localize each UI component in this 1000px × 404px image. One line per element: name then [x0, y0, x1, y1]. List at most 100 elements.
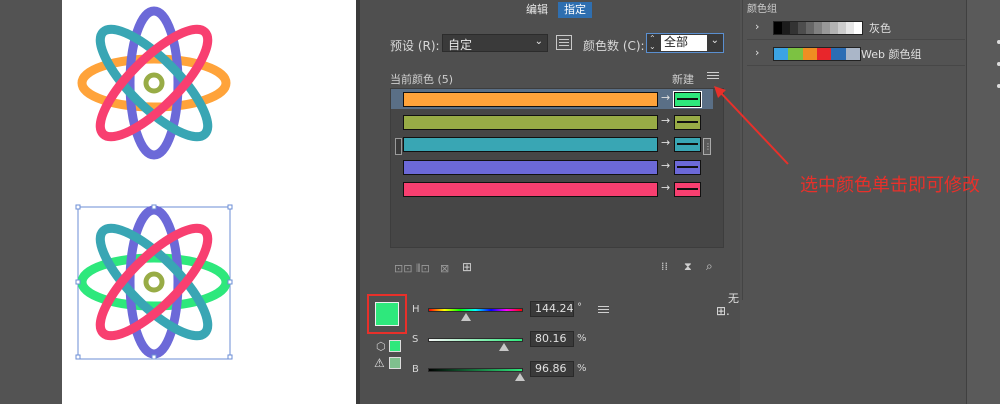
annotation-arrow [714, 86, 789, 165]
current-color-bar[interactable] [403, 159, 658, 175]
stepper-icon[interactable]: ⌃ ⌄ [649, 35, 656, 51]
tab-assign[interactable]: 指定 [558, 2, 592, 18]
tab-edit[interactable]: 编辑 [520, 2, 554, 18]
selection-handle[interactable] [75, 204, 81, 210]
colors-count-value[interactable]: 全部 [661, 35, 707, 51]
randomly-change-order-icon[interactable]: ⁞⁞ [661, 260, 668, 273]
swatch[interactable] [831, 48, 846, 60]
swatch[interactable] [798, 22, 806, 34]
chevron-right-icon[interactable]: › [755, 20, 759, 33]
new-color-swatch[interactable] [674, 182, 701, 197]
current-color-bar[interactable] [403, 92, 658, 107]
arrow-right-icon[interactable]: → [661, 136, 670, 149]
brightness-slider[interactable] [428, 368, 523, 372]
colors-count-label: 颜色数 (C): [583, 39, 645, 53]
randomly-change-saturation-icon[interactable]: ⧗ [684, 260, 692, 274]
color-row[interactable]: → [391, 134, 713, 154]
selection-handle[interactable] [227, 279, 233, 285]
pink-orbit [95, 223, 213, 341]
new-row-icon[interactable]: ⊞ [462, 260, 472, 274]
selection-handle[interactable] [151, 354, 157, 360]
swatch[interactable] [846, 22, 854, 34]
color-group-name: Web 颜色组 [861, 48, 922, 61]
swatch[interactable] [816, 48, 832, 60]
selection-handle[interactable] [75, 354, 81, 360]
new-color-swatch[interactable] [674, 159, 701, 175]
swatch[interactable] [802, 48, 817, 60]
saturation-field[interactable]: 80.16 [530, 331, 574, 347]
swatch[interactable] [854, 22, 862, 34]
arrow-right-icon[interactable]: → [661, 114, 670, 127]
selection-handle[interactable] [75, 279, 81, 285]
panel-menu-icon[interactable] [707, 72, 719, 79]
hue-slider-thumb[interactable] [461, 313, 471, 321]
color-group-bracket-icon[interactable] [395, 138, 402, 155]
new-color-swatch[interactable] [673, 91, 702, 108]
separate-colors-icon[interactable]: ⫴⊡ [416, 262, 430, 276]
color-row[interactable]: → [391, 89, 713, 109]
color-group-web[interactable]: › Web 颜色组 [747, 42, 965, 66]
color-row[interactable]: → [391, 112, 713, 132]
hue-slider[interactable] [428, 308, 523, 312]
row-expand-handle[interactable]: ⋮ [703, 138, 712, 155]
selection-handle[interactable] [227, 354, 233, 360]
color-reduction-options-icon[interactable] [556, 35, 572, 50]
preset-label: 预设 (R): [390, 39, 440, 53]
color-mode-icon[interactable]: ⊞. [716, 304, 730, 318]
color-row[interactable]: → [391, 179, 713, 199]
saturation-slider-thumb[interactable] [499, 343, 509, 351]
brightness-field[interactable]: 96.86 [530, 361, 574, 377]
percent-unit: % [577, 363, 587, 374]
arrow-right-icon[interactable]: → [661, 91, 670, 104]
out-of-web-color-icon[interactable]: ⬡ [376, 340, 386, 353]
color-group-gray[interactable]: › 灰色 [747, 16, 965, 40]
degree-unit: ° [577, 302, 582, 313]
swatch[interactable] [774, 48, 789, 60]
swatch[interactable] [830, 22, 838, 34]
swatch[interactable] [822, 22, 830, 34]
atom-logo-recolored[interactable] [74, 204, 234, 360]
teal-orbit [95, 223, 213, 341]
arrow-right-icon[interactable]: → [661, 181, 670, 194]
purple-orbit [125, 205, 183, 359]
current-color-bar[interactable] [403, 114, 658, 130]
gray-swatch-strip [773, 21, 863, 35]
swatch[interactable] [814, 22, 822, 34]
canvas-pasteboard [0, 0, 62, 404]
new-colors-label: 新建 [672, 73, 694, 86]
swatch[interactable] [845, 48, 860, 60]
color-row[interactable]: → [391, 157, 713, 177]
merge-colors-icon[interactable]: ⊡⊡ [394, 262, 412, 275]
swatch[interactable] [790, 22, 798, 34]
purple-orbit [125, 6, 183, 160]
saturation-slider[interactable] [428, 338, 523, 342]
atom-logo-original[interactable] [76, 6, 232, 160]
current-color-bar[interactable] [403, 182, 658, 197]
swatch[interactable] [782, 22, 790, 34]
web-safe-color-swatch[interactable] [389, 340, 401, 352]
selection-handle[interactable] [227, 204, 233, 210]
hsb-menu-icon[interactable] [598, 306, 609, 313]
s-label: S [412, 334, 419, 345]
swatch[interactable] [788, 48, 803, 60]
web-swatch-strip [773, 47, 861, 61]
warning-icon[interactable]: ⚠ [374, 356, 385, 370]
chevron-right-icon[interactable]: › [755, 46, 759, 59]
new-color-swatch[interactable] [674, 114, 701, 130]
find-color-icon[interactable]: ⌕ [706, 259, 713, 274]
swatch[interactable] [806, 22, 814, 34]
new-color-swatch[interactable] [674, 137, 701, 152]
current-color-bar[interactable] [403, 137, 658, 152]
selection-handle[interactable] [151, 204, 157, 210]
gamut-color-swatch[interactable] [389, 357, 401, 369]
swatch[interactable] [838, 22, 846, 34]
preset-select[interactable]: 自定 ⌄ [442, 34, 548, 52]
swatch[interactable] [774, 22, 782, 34]
chevron-down-icon: ⌄ [534, 36, 543, 47]
selected-color-swatch[interactable] [375, 302, 399, 326]
hue-field[interactable]: 144.24 [530, 301, 574, 317]
brightness-slider-thumb[interactable] [515, 373, 526, 381]
colors-count-select[interactable]: ⌃ ⌄ 全部 ⌄ [646, 33, 724, 53]
arrow-right-icon[interactable]: → [661, 159, 670, 172]
exclude-colors-icon[interactable]: ⊠ [440, 262, 449, 275]
